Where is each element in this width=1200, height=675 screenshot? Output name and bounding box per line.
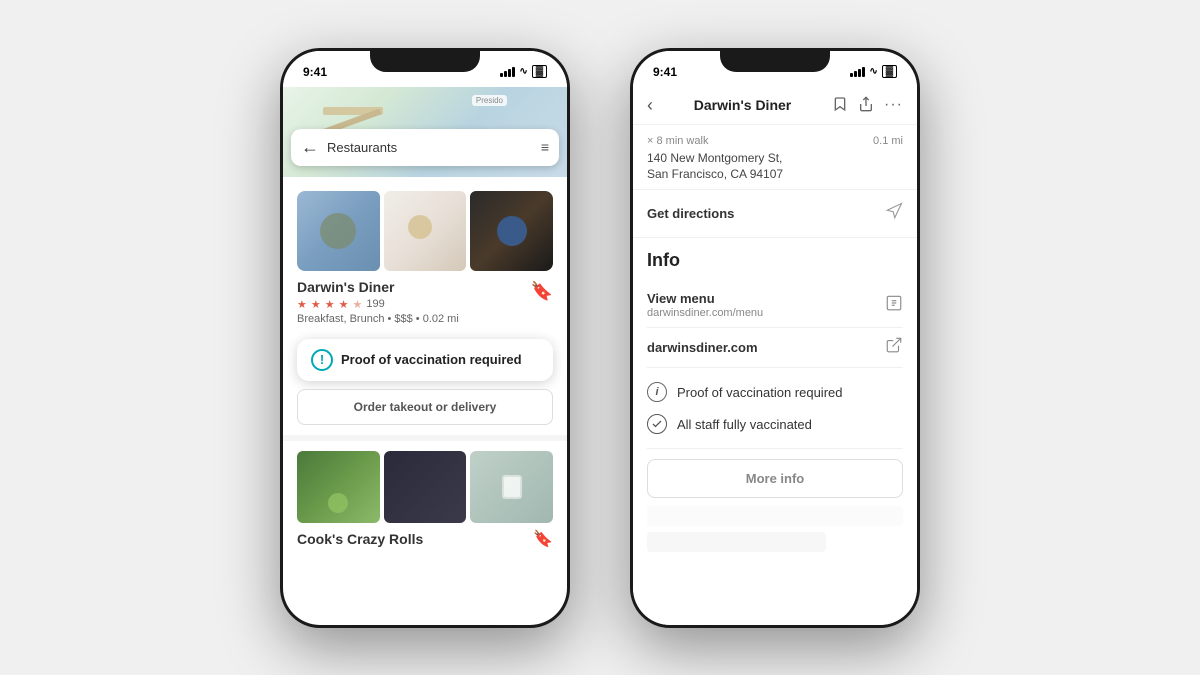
- food-image-5: [384, 451, 467, 523]
- vaccination-required-text: Proof of vaccination required: [677, 385, 842, 400]
- star-4: ★: [339, 298, 349, 311]
- menu-icon: [885, 294, 903, 317]
- signal-bar-3: [508, 69, 511, 77]
- food-image-3: [470, 191, 553, 271]
- wifi-icon-1: ∿: [519, 66, 527, 77]
- directions-icon: [885, 202, 903, 225]
- screen-content-1: Presido ← Restaurants ≡: [283, 87, 567, 625]
- bookmark-icon-1[interactable]: 🔖: [531, 281, 553, 302]
- more-options-button[interactable]: ···: [884, 96, 903, 115]
- website-row[interactable]: darwinsdiner.com: [647, 328, 903, 368]
- signal-bars-2: [850, 67, 865, 77]
- info-heading: Info: [647, 250, 903, 271]
- notch-2: [720, 48, 830, 72]
- health-items: i Proof of vaccination required All staf…: [647, 368, 903, 449]
- notch-1: [370, 48, 480, 72]
- status-icons-2: ∿ ▓: [850, 65, 897, 78]
- restaurant-card-2[interactable]: Cook's Crazy Rolls 🔖: [283, 441, 567, 559]
- food-image-4: [297, 451, 380, 523]
- view-menu-row[interactable]: View menu darwinsdiner.com/menu: [647, 283, 903, 328]
- p2-signal-2: [854, 71, 857, 77]
- address-line1: 140 New Montgomery St,: [647, 150, 903, 167]
- status-time-2: 9:41: [653, 65, 677, 79]
- status-time-1: 9:41: [303, 65, 327, 79]
- info-section: Info View menu darwinsdiner.com/menu dar…: [633, 238, 917, 564]
- page-title: Darwin's Diner: [661, 97, 824, 113]
- directions-row[interactable]: Get directions: [633, 190, 917, 238]
- star-half: ★: [353, 298, 363, 311]
- faded-content-2: [647, 532, 826, 552]
- vaccination-text: Proof of vaccination required: [341, 352, 522, 367]
- status-icons-1: ∿ ▓: [500, 65, 547, 78]
- vaccination-badge: ! Proof of vaccination required: [297, 339, 553, 381]
- website-label: darwinsdiner.com: [647, 340, 758, 355]
- star-1: ★: [297, 298, 307, 311]
- address-line2: San Francisco, CA 94107: [647, 166, 903, 183]
- restaurant-images-2: [297, 451, 553, 523]
- battery-icon-2: ▓: [882, 65, 897, 78]
- external-link-icon: [885, 336, 903, 359]
- bookmark-button[interactable]: [832, 96, 848, 115]
- map-label: Presido: [472, 95, 507, 106]
- restaurant-images-1: [297, 191, 553, 271]
- header-action-icons: ···: [832, 96, 903, 115]
- order-takeout-button[interactable]: Order takeout or delivery: [297, 389, 553, 425]
- faded-content-1: [647, 506, 903, 526]
- health-item-staff-vaccinated: All staff fully vaccinated: [647, 408, 903, 440]
- signal-bar-2: [504, 71, 507, 77]
- detail-header: ‹ Darwin's Diner ···: [633, 87, 917, 125]
- address-section: × 8 min walk 0.1 mi 140 New Montgomery S…: [633, 125, 917, 191]
- review-count: 199: [366, 298, 384, 310]
- restaurant-name-2: Cook's Crazy Rolls: [297, 531, 423, 547]
- signal-bar-1: [500, 73, 503, 77]
- vaccination-warning-icon-2: i: [647, 382, 667, 402]
- share-button[interactable]: [858, 96, 874, 115]
- back-arrow-icon[interactable]: ←: [301, 137, 319, 158]
- directions-label: Get directions: [647, 206, 734, 221]
- menu-url: darwinsdiner.com/menu: [647, 307, 763, 319]
- detail-content: × 8 min walk 0.1 mi 140 New Montgomery S…: [633, 125, 917, 625]
- walk-time: × 8 min walk: [647, 135, 708, 147]
- signal-bar-4: [512, 67, 515, 77]
- food-image-6: [470, 451, 553, 523]
- battery-icon-1: ▓: [532, 65, 547, 78]
- vaccination-warning-icon: !: [311, 349, 333, 371]
- restaurant-meta: Breakfast, Brunch • $$$ • 0.02 mi: [297, 313, 459, 325]
- more-info-button[interactable]: More info: [647, 459, 903, 498]
- phone-2: 9:41 ∿ ▓ ‹ Darwin's Diner: [630, 48, 920, 628]
- restaurant-name-1: Darwin's Diner: [297, 279, 459, 295]
- staff-vaccinated-text: All staff fully vaccinated: [677, 417, 812, 432]
- staff-vaccinated-icon: [647, 414, 667, 434]
- food-image-2: [384, 191, 467, 271]
- health-item-vaccination: i Proof of vaccination required: [647, 376, 903, 408]
- distance-info: 0.1 mi: [873, 135, 903, 147]
- p2-signal-4: [862, 67, 865, 77]
- search-text: Restaurants: [327, 140, 533, 155]
- wifi-icon-2: ∿: [869, 66, 877, 77]
- star-3: ★: [325, 298, 335, 311]
- phone-1: 9:41 ∿ ▓ Presido ← Restaurants: [280, 48, 570, 628]
- food-image-1: [297, 191, 380, 271]
- bookmark-icon-2[interactable]: 🔖: [533, 529, 553, 549]
- signal-bars-1: [500, 67, 515, 77]
- list-view-icon[interactable]: ≡: [541, 139, 549, 155]
- menu-label: View menu: [647, 291, 763, 306]
- star-2: ★: [311, 298, 321, 311]
- restaurant-card-1[interactable]: Darwin's Diner ★ ★ ★ ★ ★ 199 Breakfast, …: [283, 181, 567, 335]
- p2-signal-1: [850, 73, 853, 77]
- p2-signal-3: [858, 69, 861, 77]
- back-button[interactable]: ‹: [647, 95, 653, 116]
- star-rating: ★ ★ ★ ★ ★ 199: [297, 298, 459, 311]
